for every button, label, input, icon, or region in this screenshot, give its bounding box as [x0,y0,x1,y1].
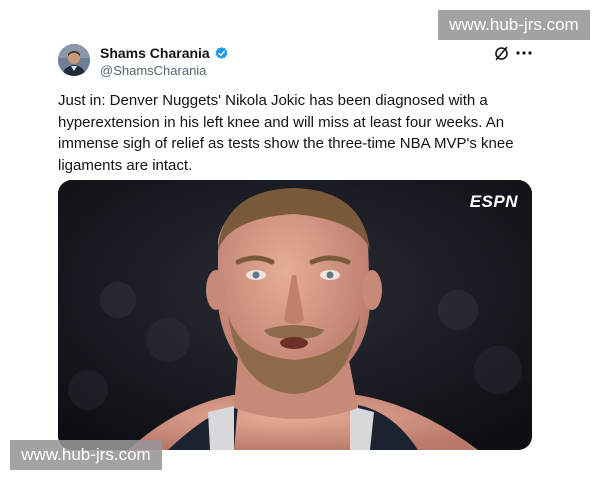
espn-logo: ESPN [469,192,518,211]
tweet-media-image[interactable]: ESPN [58,180,532,450]
tweet-text: Just in: Denver Nuggets' Nikola Jokic ha… [58,92,514,174]
grok-icon[interactable] [493,45,510,62]
watermark-bottom: www.hub-jrs.com [10,440,162,470]
verified-badge-icon [215,46,228,59]
watermark-top: www.hub-jrs.com [438,10,590,40]
more-options-icon[interactable] [514,44,534,62]
author-name[interactable]: Shams Charania [100,45,210,61]
author-handle[interactable]: @ShamsCharania [100,63,206,78]
player-photo [58,180,532,450]
avatar[interactable] [58,44,90,76]
